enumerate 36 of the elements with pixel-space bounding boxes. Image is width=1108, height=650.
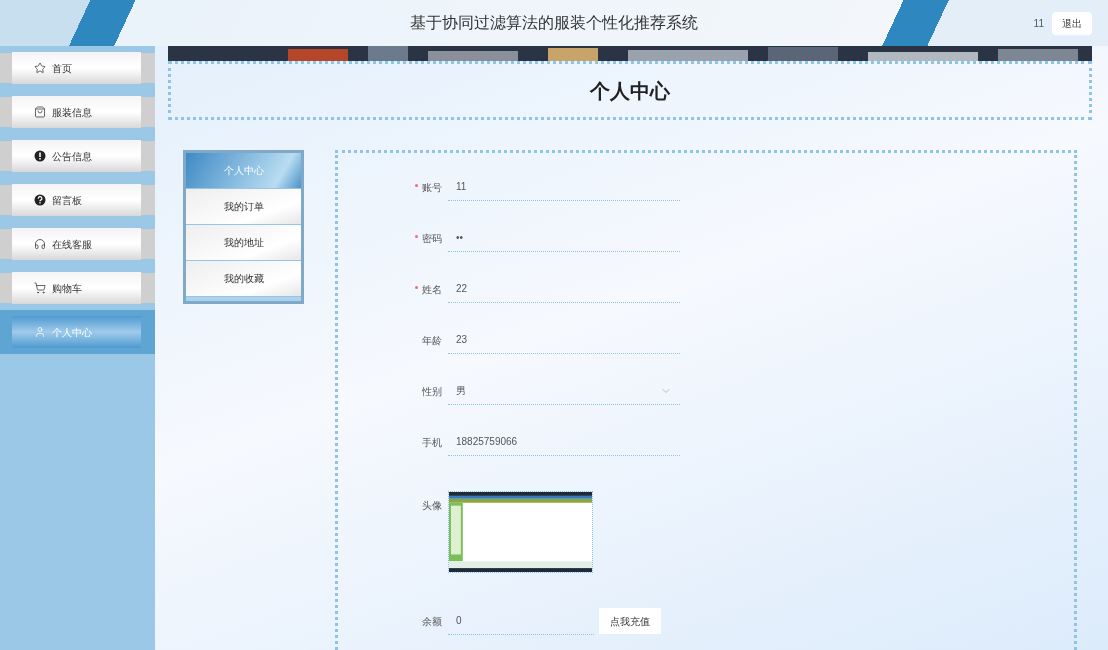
input-field[interactable]: 11	[448, 173, 680, 201]
field-label: 手机	[422, 435, 442, 450]
alert-icon	[34, 150, 46, 162]
field-label: 余额	[422, 614, 442, 629]
input-field[interactable]: ••	[448, 224, 680, 252]
field-label: 姓名	[422, 282, 442, 297]
logout-button[interactable]: 退出	[1052, 11, 1092, 35]
input-field[interactable]: 18825759066	[448, 428, 680, 456]
headset-icon	[34, 238, 46, 250]
sidebar-item[interactable]: 在线客服	[12, 228, 141, 260]
field-label: 性别	[422, 384, 442, 399]
cart-icon	[34, 282, 46, 294]
user-icon	[34, 326, 46, 338]
submenu-tab[interactable]: 我的收藏	[186, 261, 301, 297]
help-icon	[34, 194, 46, 206]
sidebar-item[interactable]: 首页	[12, 52, 141, 84]
sidebar-item[interactable]: 服装信息	[12, 96, 141, 128]
field-label: 年龄	[422, 333, 442, 348]
input-field[interactable]: 23	[448, 326, 680, 354]
select-field[interactable]: 男	[448, 377, 680, 405]
input-field[interactable]: 0	[448, 607, 594, 635]
submenu-tab[interactable]: 我的地址	[186, 225, 301, 261]
field-label: 账号	[422, 180, 442, 195]
site-title: 基于协同过滤算法的服装个性化推荐系统	[410, 13, 698, 33]
sidebar-item[interactable]: 购物车	[12, 272, 141, 304]
page-title: 个人中心	[590, 78, 670, 104]
sidebar-item[interactable]: 留言板	[12, 184, 141, 216]
sidebar-item[interactable]: 公告信息	[12, 140, 141, 172]
username: 11	[1033, 16, 1044, 31]
star-icon	[34, 62, 46, 74]
input-field[interactable]: 22	[448, 275, 680, 303]
recharge-button[interactable]: 点我充值	[599, 608, 661, 634]
field-label: 头像	[422, 498, 442, 513]
submenu-tab[interactable]: 我的订单	[186, 189, 301, 225]
bag-icon	[34, 106, 46, 118]
field-label: 密码	[422, 231, 442, 246]
